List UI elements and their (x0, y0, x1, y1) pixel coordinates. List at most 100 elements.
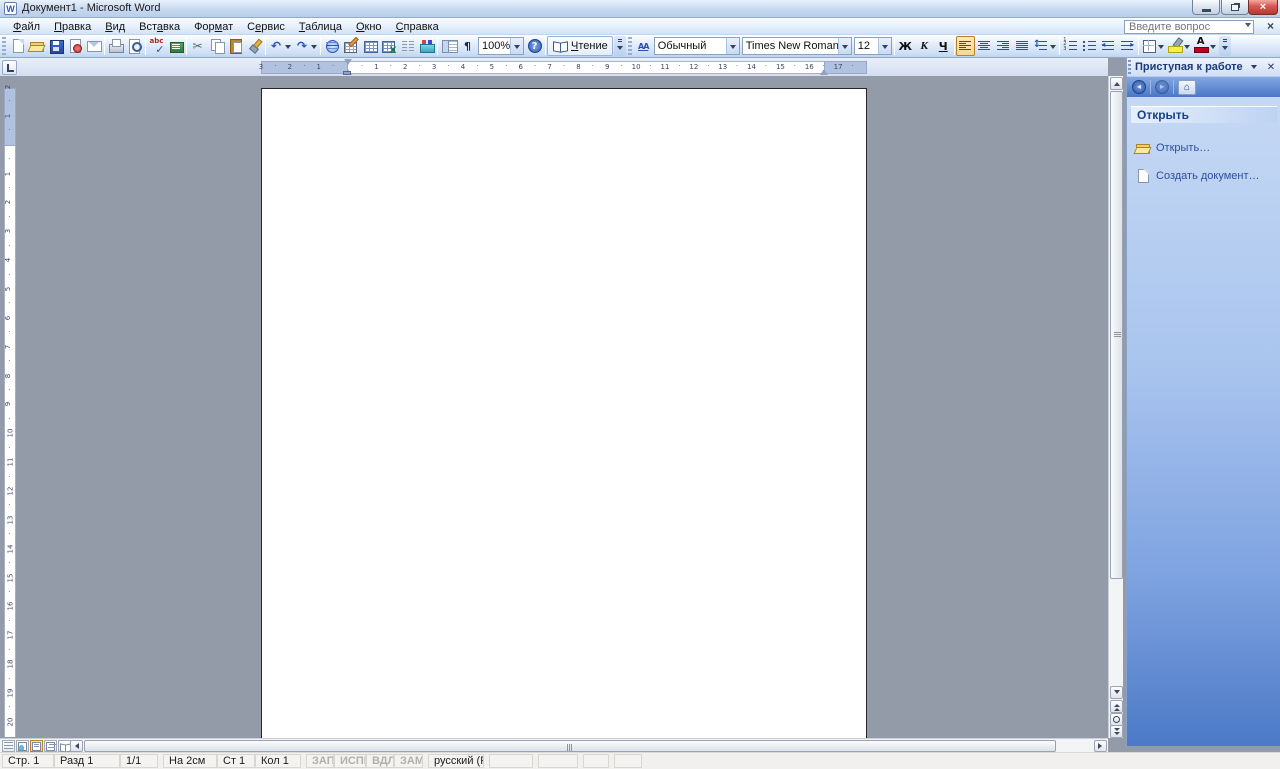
dropdown-arrow-icon[interactable] (838, 38, 851, 54)
menu-item-Окно[interactable]: Окно (349, 20, 389, 34)
menu-item-Формат[interactable]: Формат (187, 20, 240, 34)
task-pane-dropdown-icon[interactable] (1247, 60, 1261, 74)
toolbar-grip[interactable] (628, 37, 632, 55)
drawing-button[interactable] (417, 36, 436, 56)
document-page[interactable] (261, 88, 867, 738)
normal-view-button[interactable] (2, 740, 15, 752)
left-indent-marker[interactable] (343, 71, 351, 75)
web-layout-view-button[interactable] (16, 740, 29, 752)
style-combo[interactable]: Обычный (654, 37, 740, 55)
restore-button[interactable] (1221, 0, 1249, 15)
ask-question-input[interactable] (1124, 20, 1254, 34)
redo-button[interactable] (293, 36, 319, 56)
insert-hyperlink-button[interactable] (322, 36, 341, 56)
dropdown-arrow-icon[interactable] (1157, 37, 1165, 55)
research-button[interactable] (166, 36, 185, 56)
highlight-button[interactable] (1166, 36, 1192, 56)
dropdown-arrow-icon[interactable] (878, 38, 891, 54)
menu-item-Сервис[interactable]: Сервис (240, 20, 292, 34)
task-pane-close-icon[interactable]: ✕ (1264, 60, 1278, 74)
print-preview-button[interactable] (125, 36, 144, 56)
font-combo[interactable]: Times New Roman (742, 37, 852, 55)
font-color-button[interactable] (1192, 36, 1218, 56)
zoom-combo[interactable]: 100% (478, 37, 524, 55)
task-pane-link[interactable]: Открыть… (1135, 140, 1277, 156)
home-icon[interactable]: ⌂ (1178, 80, 1196, 95)
help-button[interactable]: ? (525, 36, 544, 56)
dropdown-arrow-icon[interactable] (284, 37, 292, 55)
format-painter-button[interactable] (245, 36, 264, 56)
paste-button[interactable] (226, 36, 245, 56)
outline-view-button[interactable] (44, 740, 57, 752)
dropdown-arrow-icon[interactable] (1183, 37, 1191, 55)
task-pane-link[interactable]: Создать документ… (1135, 168, 1277, 184)
open-button[interactable] (27, 36, 46, 56)
print-button[interactable] (106, 36, 125, 56)
permission-button[interactable] (65, 36, 84, 56)
copy-button[interactable] (207, 36, 226, 56)
dropdown-arrow-icon[interactable] (1209, 37, 1217, 55)
dropdown-arrow-icon[interactable] (310, 37, 318, 55)
undo-button[interactable] (267, 36, 293, 56)
align-left-button[interactable] (956, 36, 975, 56)
bold-button[interactable]: Ж (896, 36, 915, 56)
dropdown-arrow-icon[interactable] (726, 38, 739, 54)
align-justify-button[interactable] (1013, 36, 1032, 56)
toolbar-options-button[interactable] (614, 36, 626, 56)
menu-item-Правка[interactable]: Правка (47, 20, 98, 34)
show-hide-formatting-button[interactable]: ¶ (458, 36, 477, 56)
scroll-up-button[interactable] (1110, 77, 1123, 90)
scroll-left-button[interactable] (70, 740, 83, 752)
font-size-combo[interactable]: 12 (854, 37, 892, 55)
menu-item-Вставка[interactable]: Вставка (132, 20, 187, 34)
previous-page-button[interactable] (1110, 700, 1123, 713)
scroll-down-button[interactable] (1110, 686, 1123, 699)
tables-and-borders-button[interactable] (341, 36, 360, 56)
standard-toolbar: ¶100%?Чтение (0, 35, 626, 58)
tab-selector-button[interactable] (2, 60, 17, 75)
new-icon (1135, 168, 1151, 184)
back-icon[interactable]: ◂ (1132, 80, 1146, 94)
dropdown-arrow-icon[interactable] (1049, 37, 1057, 55)
save-button[interactable] (46, 36, 65, 56)
spelling-button[interactable] (147, 36, 166, 56)
print-layout-view-button[interactable] (30, 740, 43, 752)
menu-item-Файл[interactable]: Файл (6, 20, 47, 34)
minimize-button[interactable] (1192, 0, 1220, 15)
dropdown-arrow-icon[interactable] (510, 38, 523, 54)
next-page-button[interactable] (1110, 725, 1123, 738)
increase-indent-button[interactable] (1118, 36, 1137, 56)
insert-excel-worksheet-button[interactable] (379, 36, 398, 56)
bullets-button[interactable] (1080, 36, 1099, 56)
italic-button[interactable]: К (915, 36, 934, 56)
numbering-button[interactable] (1061, 36, 1080, 56)
columns-button[interactable] (398, 36, 417, 56)
outside-border-button[interactable] (1140, 36, 1166, 56)
align-right-button[interactable] (994, 36, 1013, 56)
read-mode-button[interactable]: Чтение (547, 36, 613, 56)
document-map-button[interactable] (439, 36, 458, 56)
toolbar-options-button[interactable] (1219, 36, 1231, 56)
question-dropdown-icon[interactable] (1245, 23, 1251, 30)
email-button[interactable] (84, 36, 103, 56)
menubar-close-icon[interactable]: × (1267, 19, 1274, 33)
horizontal-scroll-thumb[interactable] (84, 740, 1056, 752)
print-icon (108, 38, 124, 54)
align-center-button[interactable] (975, 36, 994, 56)
forward-icon[interactable]: ▸ (1155, 80, 1169, 94)
insert-table-button[interactable] (360, 36, 379, 56)
menu-item-Таблица[interactable]: Таблица (292, 20, 349, 34)
scroll-right-button[interactable] (1094, 740, 1107, 752)
menu-item-Справка[interactable]: Справка (389, 20, 446, 34)
toolbar-grip[interactable] (2, 37, 6, 55)
cut-button[interactable] (188, 36, 207, 56)
styles-and-formatting-button[interactable]: АА (634, 36, 653, 56)
decrease-indent-button[interactable] (1099, 36, 1118, 56)
underline-button[interactable]: Ч (934, 36, 953, 56)
menu-item-Вид[interactable]: Вид (98, 20, 132, 34)
line-spacing-button[interactable] (1032, 36, 1058, 56)
close-button[interactable]: × (1248, 0, 1278, 15)
task-pane-grip[interactable] (1128, 60, 1131, 74)
vertical-scroll-thumb[interactable] (1110, 91, 1123, 579)
new-document-button[interactable] (8, 36, 27, 56)
